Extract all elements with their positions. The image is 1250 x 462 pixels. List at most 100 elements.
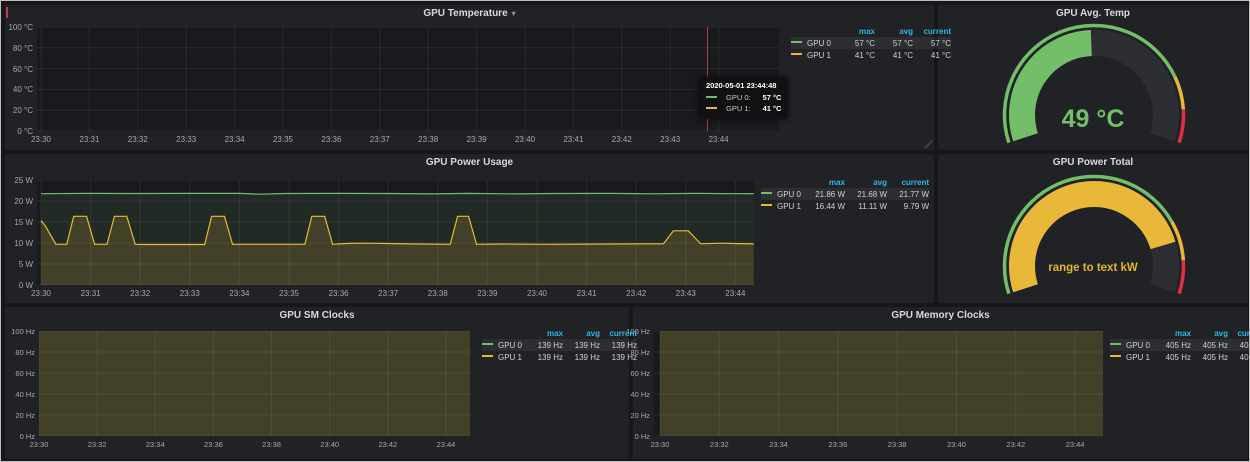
legend-value-avg: 11.11 W [845,200,887,212]
legend-series-gpu-0[interactable]: GPU 0 [1110,339,1154,351]
x-axis-tick: 23:32 [118,135,158,144]
legend-header-current: current [1228,327,1250,339]
tooltip-series-value: 57 °C [755,92,782,103]
panel-title-gpu-power-total[interactable]: GPU Power Total [938,157,1248,168]
y-axis-tick: 25 W [14,176,33,185]
panel-title-text: GPU Power Usage [426,157,513,168]
legend-value-current: 139 Hz [600,351,637,363]
legend-value-current: 9.79 W [887,200,929,212]
legend-value-avg: 57 °C [875,37,913,49]
x-axis-tick: 23:33 [166,135,206,144]
panel-gpu-power-usage: GPU Power Usage maxavgcurrentGPU 021.86 … [5,154,934,303]
legend-row: GPU 021.86 W21.68 W21.77 W [761,188,929,200]
y-axis-tick: 40 Hz [15,390,35,399]
legend-row: GPU 057 °C57 °C57 °C [791,37,951,49]
legend-value-current: 21.77 W [887,188,929,200]
x-axis-tick: 23:35 [263,135,303,144]
y-axis-tick: 100 Hz [11,327,35,336]
panel-title-text: GPU Temperature [423,8,507,19]
panel-title-gpu-memory-clocks[interactable]: GPU Memory Clocks [633,310,1248,321]
legend-gpu-memory-clocks: maxavgcurrentGPU 0405 Hz405 Hz405 HzGPU … [1110,327,1250,363]
legend-value-max: 139 Hz [526,339,563,351]
panel-title-gpu-avg-temp[interactable]: GPU Avg. Temp [938,8,1248,19]
legend-value-avg: 405 Hz [1191,351,1228,363]
legend-header-max: max [803,176,845,188]
y-axis-tick: 60 Hz [15,369,35,378]
legend-value-max: 405 Hz [1154,351,1191,363]
series-dash-icon [706,96,717,98]
x-axis-tick: 23:37 [360,135,400,144]
x-axis-tick: 23:38 [252,440,292,449]
y-axis-tick: 20 W [14,197,33,206]
tooltip-row: GPU 1:41 °C [706,103,781,114]
legend-row: GPU 116.44 W11.11 W9.79 W [761,200,929,212]
x-axis-tick: 23:44 [715,289,755,298]
series-dash-icon [761,192,772,194]
panel-title-gpu-sm-clocks[interactable]: GPU SM Clocks [5,310,629,321]
power-plot [37,180,754,285]
legend-series-gpu-0[interactable]: GPU 0 [482,339,526,351]
series-dash-icon [482,355,493,357]
legend-header-max: max [837,25,875,37]
sm-plot [39,331,470,436]
x-axis-tick: 23:41 [567,289,607,298]
x-axis-tick: 23:36 [818,440,858,449]
legend-value-max: 21.86 W [803,188,845,200]
legend-gpu-power-usage: maxavgcurrentGPU 021.86 W21.68 W21.77 WG… [761,176,929,212]
y-axis-tick: 80 °C [13,44,33,53]
series-dash-icon [1110,343,1121,345]
x-axis-tick: 23:42 [368,440,408,449]
legend-value-max: 41 °C [837,49,875,61]
panel-title-gpu-power-usage[interactable]: GPU Power Usage [5,157,934,168]
x-axis-tick: 23:38 [418,289,458,298]
x-axis-tick: 23:36 [193,440,233,449]
legend-series-gpu-1[interactable]: GPU 1 [791,49,837,61]
mem-plot [654,331,1103,436]
x-axis-tick: 23:43 [650,135,690,144]
legend-header-max: max [526,327,563,339]
legend-series-gpu-0[interactable]: GPU 0 [791,37,837,49]
legend-series-gpu-0[interactable]: GPU 0 [761,188,803,200]
legend-value-max: 57 °C [837,37,875,49]
y-axis-tick: 60 Hz [630,369,650,378]
x-axis-tick: 23:34 [219,289,259,298]
legend-value-current: 405 Hz [1228,339,1250,351]
y-axis-tick: 40 °C [13,85,33,94]
y-axis-tick: 20 Hz [15,411,35,420]
panel-title-text: GPU Avg. Temp [1056,8,1130,19]
legend-value-max: 139 Hz [526,351,563,363]
legend-series-gpu-1[interactable]: GPU 1 [1110,351,1154,363]
legend-value-current: 57 °C [913,37,951,49]
x-axis-tick: 23:39 [457,135,497,144]
x-axis-tick: 23:40 [937,440,977,449]
legend-header-avg: avg [875,25,913,37]
legend-gpu-temperature: maxavgcurrentGPU 057 °C57 °C57 °CGPU 141… [791,25,951,61]
x-axis-tick: 23:36 [311,135,351,144]
y-axis-tick: 20 °C [13,106,33,115]
y-axis-tick: 10 W [14,239,33,248]
chevron-down-icon: ▾ [512,9,516,18]
panel-resize-handle[interactable] [924,140,932,148]
legend-value-avg: 405 Hz [1191,339,1228,351]
legend-value-current: 405 Hz [1228,351,1250,363]
legend-row: GPU 1139 Hz139 Hz139 Hz [482,351,637,363]
x-axis-tick: 23:40 [517,289,557,298]
legend-value-current: 41 °C [913,49,951,61]
legend-series-gpu-1[interactable]: GPU 1 [482,351,526,363]
legend-row: GPU 0139 Hz139 Hz139 Hz [482,339,637,351]
legend-header-max: max [1154,327,1191,339]
series-dash-icon [761,204,772,206]
legend-header-current: current [600,327,637,339]
gauge-value-temp: 49 °C [938,105,1248,134]
x-axis-tick: 23:43 [666,289,706,298]
x-axis-tick: 23:42 [616,289,656,298]
panel-title-gpu-temperature[interactable]: GPU Temperature ▾ [5,8,934,19]
y-axis-tick: 40 Hz [630,390,650,399]
legend-header-current: current [913,25,951,37]
y-axis-tick: 5 W [19,260,33,269]
panel-gpu-memory-clocks: GPU Memory Clocks maxavgcurrentGPU 0405 … [633,307,1248,459]
x-axis-tick: 23:40 [310,440,350,449]
legend-gpu-sm-clocks: maxavgcurrentGPU 0139 Hz139 Hz139 HzGPU … [482,327,637,363]
legend-series-gpu-1[interactable]: GPU 1 [761,200,803,212]
panel-title-text: GPU SM Clocks [279,310,354,321]
